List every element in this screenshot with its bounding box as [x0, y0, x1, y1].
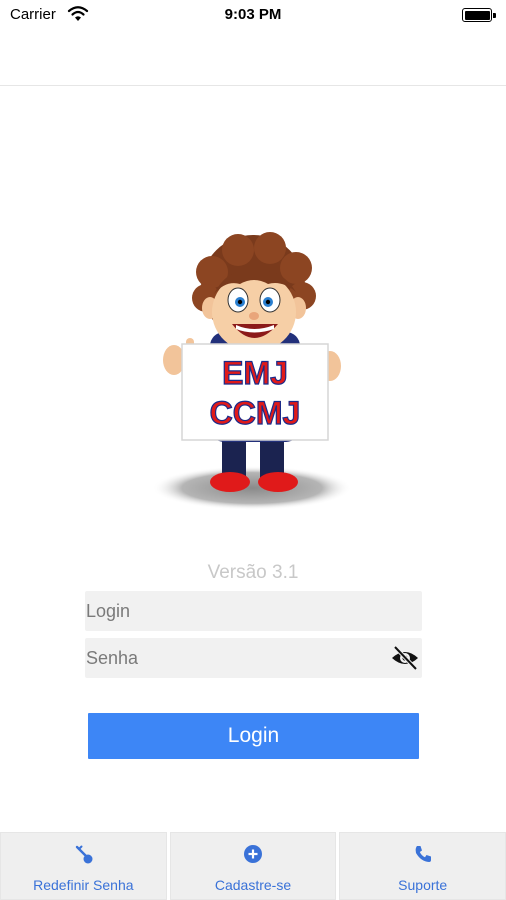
login-input[interactable]: [85, 591, 422, 631]
sign-text-line1: EMJ: [222, 355, 288, 391]
sign-text-line2: CCMJ: [210, 395, 301, 431]
password-input[interactable]: [85, 638, 422, 678]
battery-icon: [462, 8, 496, 22]
tab-support[interactable]: Suporte: [339, 832, 506, 900]
clock: 9:03 PM: [224, 6, 282, 23]
login-field[interactable]: [85, 591, 422, 631]
navigation-bar: [0, 30, 506, 86]
tab-support-label: Suporte: [398, 877, 448, 893]
password-field[interactable]: [85, 638, 422, 678]
toggle-password-visibility-icon[interactable]: [390, 645, 420, 671]
tab-reset-password-label: Redefinir Senha: [33, 877, 134, 893]
phone-icon: [415, 846, 431, 862]
version-label: Versão 3.1: [207, 562, 299, 583]
tab-bar: Redefinir Senha Cadastre-se Suporte: [0, 832, 506, 900]
plus-circle-icon: [244, 845, 262, 863]
tab-reset-password[interactable]: Redefinir Senha: [0, 832, 167, 900]
mascot-illustration: EMJ CCMJ: [152, 232, 352, 510]
login-button[interactable]: Login: [88, 713, 419, 759]
tab-register[interactable]: Cadastre-se: [169, 832, 337, 900]
tab-register-label: Cadastre-se: [214, 877, 292, 893]
key-icon: [76, 845, 93, 864]
status-bar: Carrier 9:03 PM: [0, 0, 506, 30]
